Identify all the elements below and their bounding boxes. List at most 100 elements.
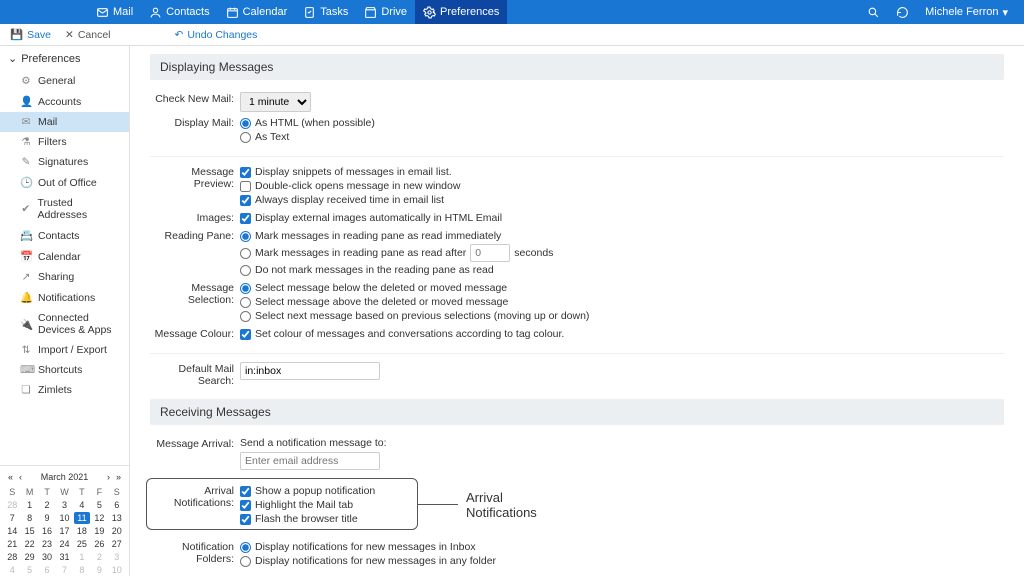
radio-notify-any[interactable] bbox=[240, 556, 251, 567]
cal-day[interactable]: 29 bbox=[21, 551, 37, 563]
check-highlight-tab[interactable] bbox=[240, 500, 251, 511]
cal-day[interactable]: 11 bbox=[74, 512, 90, 524]
save-button[interactable]: 💾Save bbox=[10, 28, 51, 41]
cal-day[interactable]: 27 bbox=[109, 538, 125, 550]
cal-day[interactable]: 4 bbox=[74, 499, 90, 511]
cal-day[interactable]: 18 bbox=[74, 525, 90, 537]
cal-day[interactable]: 6 bbox=[39, 564, 55, 576]
cal-prev-year[interactable]: « bbox=[6, 472, 15, 482]
cal-day[interactable]: 13 bbox=[109, 512, 125, 524]
check-snippets[interactable] bbox=[240, 167, 251, 178]
sidebar-item-contacts[interactable]: 📇Contacts bbox=[0, 225, 129, 246]
cal-day[interactable]: 9 bbox=[91, 564, 107, 576]
cal-day[interactable]: 3 bbox=[56, 499, 72, 511]
cal-day[interactable]: 28 bbox=[4, 551, 20, 563]
cal-prev-month[interactable]: ‹ bbox=[17, 472, 24, 482]
sidebar-icon: ✎ bbox=[20, 156, 32, 168]
cal-day[interactable]: 1 bbox=[74, 551, 90, 563]
check-flash-title[interactable] bbox=[240, 514, 251, 525]
cal-day[interactable]: 7 bbox=[56, 564, 72, 576]
radio-select-previous[interactable] bbox=[240, 311, 251, 322]
sidebar-item-signatures[interactable]: ✎Signatures bbox=[0, 152, 129, 172]
input-arrival-email[interactable] bbox=[240, 452, 380, 470]
radio-display-text[interactable] bbox=[240, 132, 251, 143]
user-name: Michele Ferron bbox=[925, 6, 998, 18]
sidebar-item-trusted-addresses[interactable]: ✔Trusted Addresses bbox=[0, 193, 129, 225]
cal-day[interactable]: 16 bbox=[39, 525, 55, 537]
cal-day[interactable]: 8 bbox=[21, 512, 37, 524]
cal-day[interactable]: 2 bbox=[91, 551, 107, 563]
cal-day[interactable]: 20 bbox=[109, 525, 125, 537]
sidebar-item-connected-devices-apps[interactable]: 🔌Connected Devices & Apps bbox=[0, 308, 129, 340]
sidebar-icon: ⇅ bbox=[20, 344, 32, 356]
undo-button[interactable]: ↶Undo Changes bbox=[175, 29, 258, 41]
sidebar-item-zimlets[interactable]: ❏Zimlets bbox=[0, 380, 129, 400]
nav-drive[interactable]: Drive bbox=[356, 0, 415, 24]
cal-day[interactable]: 21 bbox=[4, 538, 20, 550]
sidebar-item-filters[interactable]: ⚗Filters bbox=[0, 132, 129, 152]
check-tag-colour[interactable] bbox=[240, 329, 251, 340]
cal-day[interactable]: 14 bbox=[4, 525, 20, 537]
cal-day[interactable]: 10 bbox=[56, 512, 72, 524]
cal-day[interactable]: 9 bbox=[39, 512, 55, 524]
nav-mail[interactable]: Mail bbox=[88, 0, 141, 24]
cal-day[interactable]: 25 bbox=[74, 538, 90, 550]
cancel-button[interactable]: ✕Cancel bbox=[65, 28, 111, 41]
refresh-icon[interactable] bbox=[888, 6, 917, 19]
cal-day[interactable]: 8 bbox=[74, 564, 90, 576]
cal-day[interactable]: 17 bbox=[56, 525, 72, 537]
cal-next-month[interactable]: › bbox=[105, 472, 112, 482]
sidebar-item-mail[interactable]: ✉Mail bbox=[0, 112, 129, 132]
prefs-tree-header[interactable]: ⌄ Preferences bbox=[0, 46, 129, 71]
radio-notify-inbox[interactable] bbox=[240, 542, 251, 553]
nav-tasks[interactable]: Tasks bbox=[295, 0, 356, 24]
nav-preferences[interactable]: Preferences bbox=[415, 0, 507, 24]
select-check-new-mail[interactable]: 1 minute bbox=[240, 92, 311, 112]
check-popup-notification[interactable] bbox=[240, 486, 251, 497]
cal-day[interactable]: 12 bbox=[91, 512, 107, 524]
radio-no-mark-read[interactable] bbox=[240, 265, 251, 276]
radio-select-below[interactable] bbox=[240, 283, 251, 294]
cal-day[interactable]: 2 bbox=[39, 499, 55, 511]
sidebar-item-out-of-office[interactable]: 🕒Out of Office bbox=[0, 172, 129, 193]
sidebar-item-calendar[interactable]: 📅Calendar bbox=[0, 246, 129, 267]
search-icon[interactable] bbox=[859, 6, 888, 19]
sidebar-item-notifications[interactable]: 🔔Notifications bbox=[0, 287, 129, 308]
cal-day[interactable]: 26 bbox=[91, 538, 107, 550]
cal-day[interactable]: 10 bbox=[109, 564, 125, 576]
user-menu[interactable]: Michele Ferron ▾ bbox=[917, 6, 1016, 19]
input-read-seconds[interactable] bbox=[470, 244, 510, 262]
input-default-search[interactable] bbox=[240, 362, 380, 380]
sidebar-item-shortcuts[interactable]: ⌨Shortcuts bbox=[0, 360, 129, 380]
nav-contacts[interactable]: Contacts bbox=[141, 0, 217, 24]
radio-read-after[interactable] bbox=[240, 248, 251, 259]
radio-display-html[interactable] bbox=[240, 118, 251, 129]
cal-day[interactable]: 28 bbox=[4, 499, 20, 511]
cal-day[interactable]: 19 bbox=[91, 525, 107, 537]
sidebar-item-sharing[interactable]: ↗Sharing bbox=[0, 267, 129, 287]
cal-day[interactable]: 23 bbox=[39, 538, 55, 550]
cal-day[interactable]: 6 bbox=[109, 499, 125, 511]
cal-day[interactable]: 5 bbox=[91, 499, 107, 511]
cal-day[interactable]: 3 bbox=[109, 551, 125, 563]
cal-next-year[interactable]: » bbox=[114, 472, 123, 482]
sidebar-icon: 📇 bbox=[20, 229, 32, 242]
check-dblclick-window[interactable] bbox=[240, 181, 251, 192]
cal-day[interactable]: 31 bbox=[56, 551, 72, 563]
cal-day[interactable]: 15 bbox=[21, 525, 37, 537]
cal-day[interactable]: 7 bbox=[4, 512, 20, 524]
sidebar-item-import-export[interactable]: ⇅Import / Export bbox=[0, 340, 129, 360]
cal-day[interactable]: 4 bbox=[4, 564, 20, 576]
cal-day[interactable]: 1 bbox=[21, 499, 37, 511]
check-external-images[interactable] bbox=[240, 213, 251, 224]
cal-day[interactable]: 30 bbox=[39, 551, 55, 563]
check-show-time[interactable] bbox=[240, 195, 251, 206]
cal-day[interactable]: 24 bbox=[56, 538, 72, 550]
cal-day[interactable]: 5 bbox=[21, 564, 37, 576]
cal-day[interactable]: 22 bbox=[21, 538, 37, 550]
radio-read-immediate[interactable] bbox=[240, 231, 251, 242]
radio-select-above[interactable] bbox=[240, 297, 251, 308]
nav-calendar[interactable]: Calendar bbox=[218, 0, 296, 24]
sidebar-item-accounts[interactable]: 👤Accounts bbox=[0, 91, 129, 112]
sidebar-item-general[interactable]: ⚙General bbox=[0, 71, 129, 91]
